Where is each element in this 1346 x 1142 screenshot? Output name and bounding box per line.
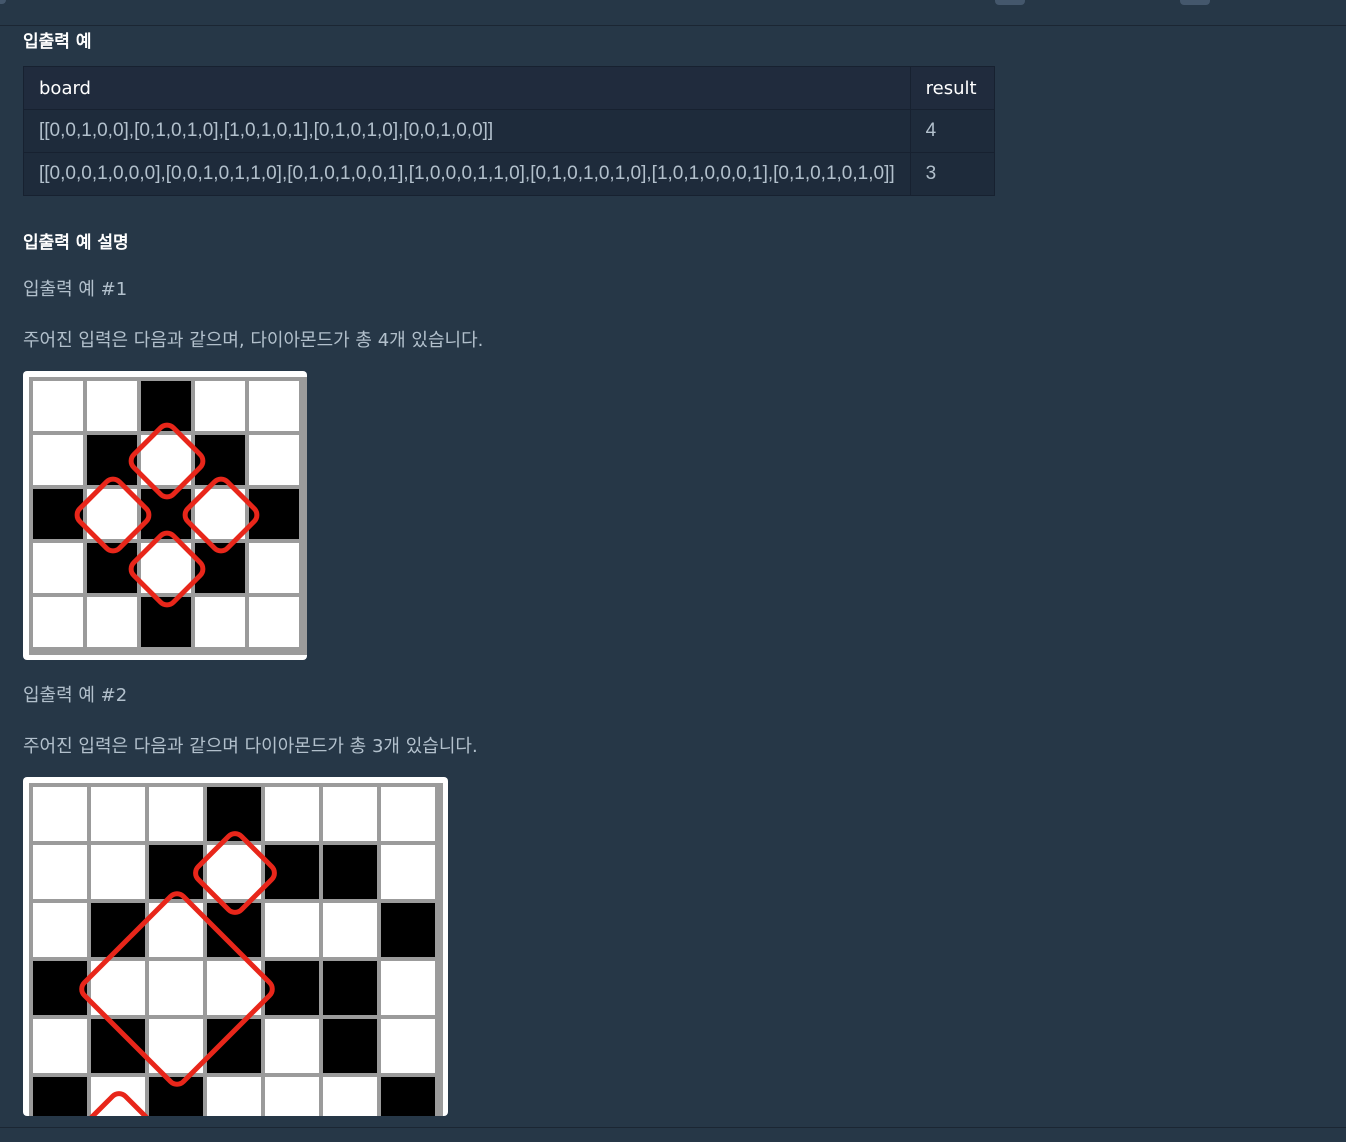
- grid-cell-white: [249, 543, 299, 593]
- grid-cell-black: [33, 1077, 87, 1116]
- grid-cell-white: [381, 845, 435, 899]
- example-2-grid-image: [29, 783, 443, 1116]
- grid-cell-black: [381, 903, 435, 957]
- grid-cell-white: [381, 1019, 435, 1073]
- grid-cell-white: [265, 1019, 319, 1073]
- example-1-figure: [23, 371, 307, 660]
- grid-cell-white: [87, 381, 137, 431]
- grid-cell-black: [207, 1019, 261, 1073]
- io-table: board result [[0,0,1,0,0],[0,1,0,1,0],[1…: [23, 66, 995, 196]
- grid-cell-white: [33, 381, 83, 431]
- grid-cell-white: [87, 597, 137, 647]
- table-row: [[0,0,0,1,0,0,0],[0,0,1,0,1,1,0],[0,1,0,…: [23, 152, 995, 196]
- grid-cell-white: [323, 1077, 377, 1116]
- grid-cell-white: [149, 961, 203, 1015]
- grid-cell-white: [33, 435, 83, 485]
- grid-cell-white: [323, 903, 377, 957]
- grid-cell-black: [381, 1077, 435, 1116]
- table-header-board: board: [23, 66, 911, 110]
- section-title-io-description: 입출력 예 설명: [23, 233, 129, 253]
- example-2-figure: [23, 777, 448, 1116]
- grid-cell-black: [323, 845, 377, 899]
- grid-cell-white: [149, 787, 203, 841]
- grid-cell-white: [33, 597, 83, 647]
- grid-cell-white: [207, 1077, 261, 1116]
- grid-cell-white: [249, 597, 299, 647]
- section-title-io: 입출력 예: [23, 32, 92, 52]
- grid-cell-black: [33, 961, 87, 1015]
- top-toolbar: [0, 0, 1346, 26]
- example-1-text: 주어진 입력은 다음과 같으며, 다이아몬드가 총 4개 있습니다.: [23, 330, 484, 351]
- grid-cell-white: [381, 787, 435, 841]
- grid-cell-white: [265, 903, 319, 957]
- grid-cell-black: [323, 961, 377, 1015]
- grid-cell-white: [91, 787, 145, 841]
- grid-cell-white: [33, 787, 87, 841]
- grid-cell-black: [323, 1019, 377, 1073]
- grid-cell-white: [33, 845, 87, 899]
- table-cell-board: [[0,0,1,0,0],[0,1,0,1,0],[1,0,1,0,1],[0,…: [23, 109, 911, 153]
- table-row: [[0,0,1,0,0],[0,1,0,1,0],[1,0,1,0,1],[0,…: [23, 109, 995, 153]
- example-1-heading: 입출력 예 #1: [23, 279, 128, 300]
- grid-cell-white: [33, 543, 83, 593]
- example-2-heading: 입출력 예 #2: [23, 685, 128, 706]
- table-header-row: board result: [23, 66, 995, 110]
- grid-cell-white: [265, 1077, 319, 1116]
- grid-cell-white: [195, 381, 245, 431]
- toolbar-button-right[interactable]: [1180, 0, 1210, 5]
- example-2-text: 주어진 입력은 다음과 같으며 다이아몬드가 총 3개 있습니다.: [23, 736, 478, 757]
- grid-cell-white: [323, 787, 377, 841]
- grid-cell-white: [249, 435, 299, 485]
- toolbar-corner: [0, 0, 6, 4]
- grid-cell-white: [91, 845, 145, 899]
- toolbar-button-left[interactable]: [995, 0, 1025, 5]
- grid-cell-white: [33, 1019, 87, 1073]
- table-header-result: result: [909, 66, 995, 110]
- grid-cell-white: [381, 961, 435, 1015]
- table-cell-result: 4: [909, 109, 995, 153]
- bottom-bar: [0, 1127, 1346, 1142]
- grid-cell-white: [265, 787, 319, 841]
- grid-cell-white: [249, 381, 299, 431]
- grid-cell-white: [195, 597, 245, 647]
- table-cell-board: [[0,0,0,1,0,0,0],[0,0,1,0,1,1,0],[0,1,0,…: [23, 152, 911, 196]
- grid-cell-white: [33, 903, 87, 957]
- example-1-grid-image: [29, 377, 307, 655]
- table-cell-result: 3: [909, 152, 995, 196]
